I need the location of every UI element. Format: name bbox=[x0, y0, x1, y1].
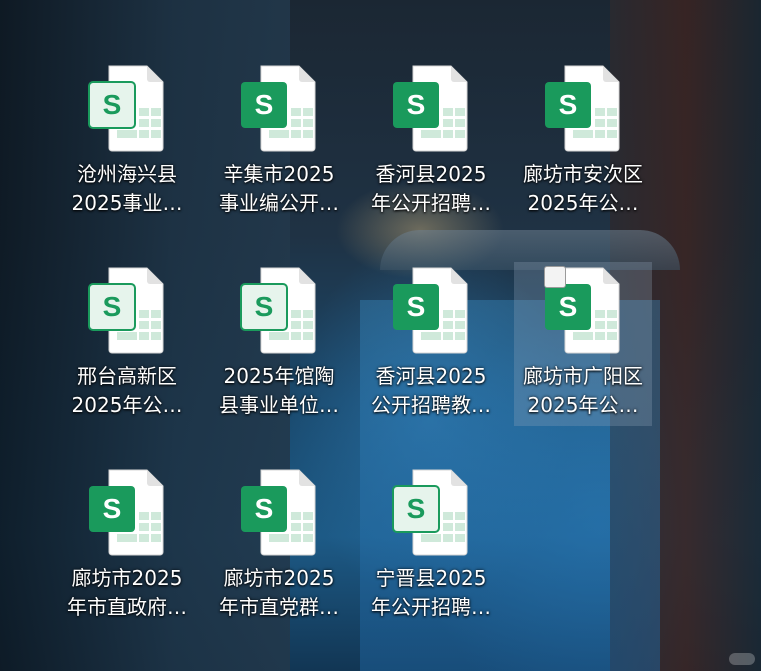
file-name-line-1: 沧州海兴县 bbox=[77, 162, 177, 186]
desktop-file-icon[interactable]: S 廊坊市安次区 2025年公… bbox=[514, 60, 652, 224]
file-name-line-2: 2025年公… bbox=[527, 191, 639, 215]
file-name-line-2: 2025年公… bbox=[527, 393, 639, 417]
desktop[interactable]: S 沧州海兴县 2025事业… S 辛集市2025 事业编公开… S 香河县20… bbox=[0, 0, 761, 671]
file-name-label: 廊坊市2025 年市直政府… bbox=[59, 564, 195, 622]
excel-file-icon: S bbox=[239, 468, 319, 556]
file-name-line-1: 邢台高新区 bbox=[77, 364, 177, 388]
excel-s-glyph: S bbox=[103, 291, 122, 322]
desktop-file-icon[interactable]: S 香河县2025 公开招聘教… bbox=[362, 262, 500, 426]
file-name-label: 香河县2025 年公开招聘… bbox=[363, 160, 499, 218]
file-name-line-2: 年市直政府… bbox=[67, 595, 187, 619]
desktop-file-icon[interactable]: S 辛集市2025 事业编公开… bbox=[210, 60, 348, 224]
file-name-line-2: 2025事业… bbox=[71, 191, 183, 215]
excel-file-icon: S bbox=[87, 468, 167, 556]
file-name-label: 香河县2025 公开招聘教… bbox=[363, 362, 499, 420]
file-name-line-2: 县事业单位… bbox=[219, 393, 339, 417]
desktop-file-icon[interactable]: S 宁晋县2025 年公开招聘… bbox=[362, 464, 500, 628]
file-name-line-1: 香河县2025 bbox=[375, 162, 487, 186]
file-name-line-1: 宁晋县2025 bbox=[375, 566, 487, 590]
desktop-file-icon[interactable]: S 邢台高新区 2025年公… bbox=[58, 262, 196, 426]
file-name-line-2: 年公开招聘… bbox=[371, 191, 491, 215]
excel-s-glyph: S bbox=[407, 493, 426, 524]
excel-s-glyph: S bbox=[407, 291, 426, 322]
file-name-label: 宁晋县2025 年公开招聘… bbox=[363, 564, 499, 622]
spreadsheet-icon: S bbox=[393, 267, 468, 354]
excel-file-icon: S bbox=[391, 468, 471, 556]
file-name-label: 辛集市2025 事业编公开… bbox=[211, 160, 347, 218]
excel-s-glyph: S bbox=[255, 291, 274, 322]
excel-s-glyph: S bbox=[255, 89, 274, 120]
file-name-line-2: 年市直党群… bbox=[219, 595, 339, 619]
excel-file-icon: S bbox=[87, 64, 167, 152]
spreadsheet-icon: S bbox=[89, 469, 164, 556]
watermark bbox=[729, 653, 755, 665]
file-name-line-2: 事业编公开… bbox=[219, 191, 339, 215]
spreadsheet-icon: S bbox=[393, 65, 468, 152]
excel-file-icon: S bbox=[391, 266, 471, 354]
spreadsheet-icon: S bbox=[241, 469, 316, 556]
excel-s-glyph: S bbox=[559, 89, 578, 120]
file-name-label: 沧州海兴县 2025事业… bbox=[59, 160, 195, 218]
excel-file-icon: S bbox=[543, 64, 623, 152]
excel-s-glyph: S bbox=[103, 89, 122, 120]
file-name-line-1: 廊坊市安次区 bbox=[523, 162, 643, 186]
desktop-file-icon[interactable]: S 廊坊市2025 年市直政府… bbox=[58, 464, 196, 628]
file-name-line-1: 廊坊市2025 bbox=[71, 566, 183, 590]
file-name-line-1: 2025年馆陶 bbox=[223, 364, 335, 388]
excel-s-glyph: S bbox=[255, 493, 274, 524]
desktop-file-icon[interactable]: S 廊坊市2025 年市直党群… bbox=[210, 464, 348, 628]
desktop-file-icon[interactable]: S 沧州海兴县 2025事业… bbox=[58, 60, 196, 224]
spreadsheet-icon: S bbox=[88, 267, 164, 354]
spreadsheet-icon: S bbox=[241, 65, 316, 152]
excel-s-glyph: S bbox=[559, 291, 578, 322]
file-name-line-1: 廊坊市2025 bbox=[223, 566, 335, 590]
excel-file-icon: S bbox=[239, 64, 319, 152]
selection-checkbox[interactable] bbox=[544, 266, 566, 288]
spreadsheet-icon: S bbox=[392, 469, 468, 556]
file-name-line-1: 辛集市2025 bbox=[223, 162, 335, 186]
desktop-file-icon[interactable]: S 2025年馆陶 县事业单位… bbox=[210, 262, 348, 426]
excel-file-icon: S bbox=[87, 266, 167, 354]
file-name-label: 廊坊市2025 年市直党群… bbox=[211, 564, 347, 622]
desktop-file-icon[interactable]: S 廊坊市广阳区 2025年公… bbox=[514, 262, 652, 426]
file-name-line-2: 2025年公… bbox=[71, 393, 183, 417]
file-name-label: 2025年馆陶 县事业单位… bbox=[211, 362, 347, 420]
file-name-line-1: 廊坊市广阳区 bbox=[523, 364, 643, 388]
excel-s-glyph: S bbox=[407, 89, 426, 120]
file-name-label: 邢台高新区 2025年公… bbox=[59, 362, 195, 420]
excel-file-icon: S bbox=[391, 64, 471, 152]
file-name-label: 廊坊市安次区 2025年公… bbox=[515, 160, 651, 218]
file-name-label: 廊坊市广阳区 2025年公… bbox=[515, 362, 651, 420]
spreadsheet-icon: S bbox=[545, 65, 620, 152]
file-name-line-2: 公开招聘教… bbox=[371, 393, 491, 417]
file-name-line-2: 年公开招聘… bbox=[371, 595, 491, 619]
spreadsheet-icon: S bbox=[88, 65, 164, 152]
excel-file-icon: S bbox=[239, 266, 319, 354]
desktop-file-icon[interactable]: S 香河县2025 年公开招聘… bbox=[362, 60, 500, 224]
file-name-line-1: 香河县2025 bbox=[375, 364, 487, 388]
excel-s-glyph: S bbox=[103, 493, 122, 524]
spreadsheet-icon: S bbox=[240, 267, 316, 354]
